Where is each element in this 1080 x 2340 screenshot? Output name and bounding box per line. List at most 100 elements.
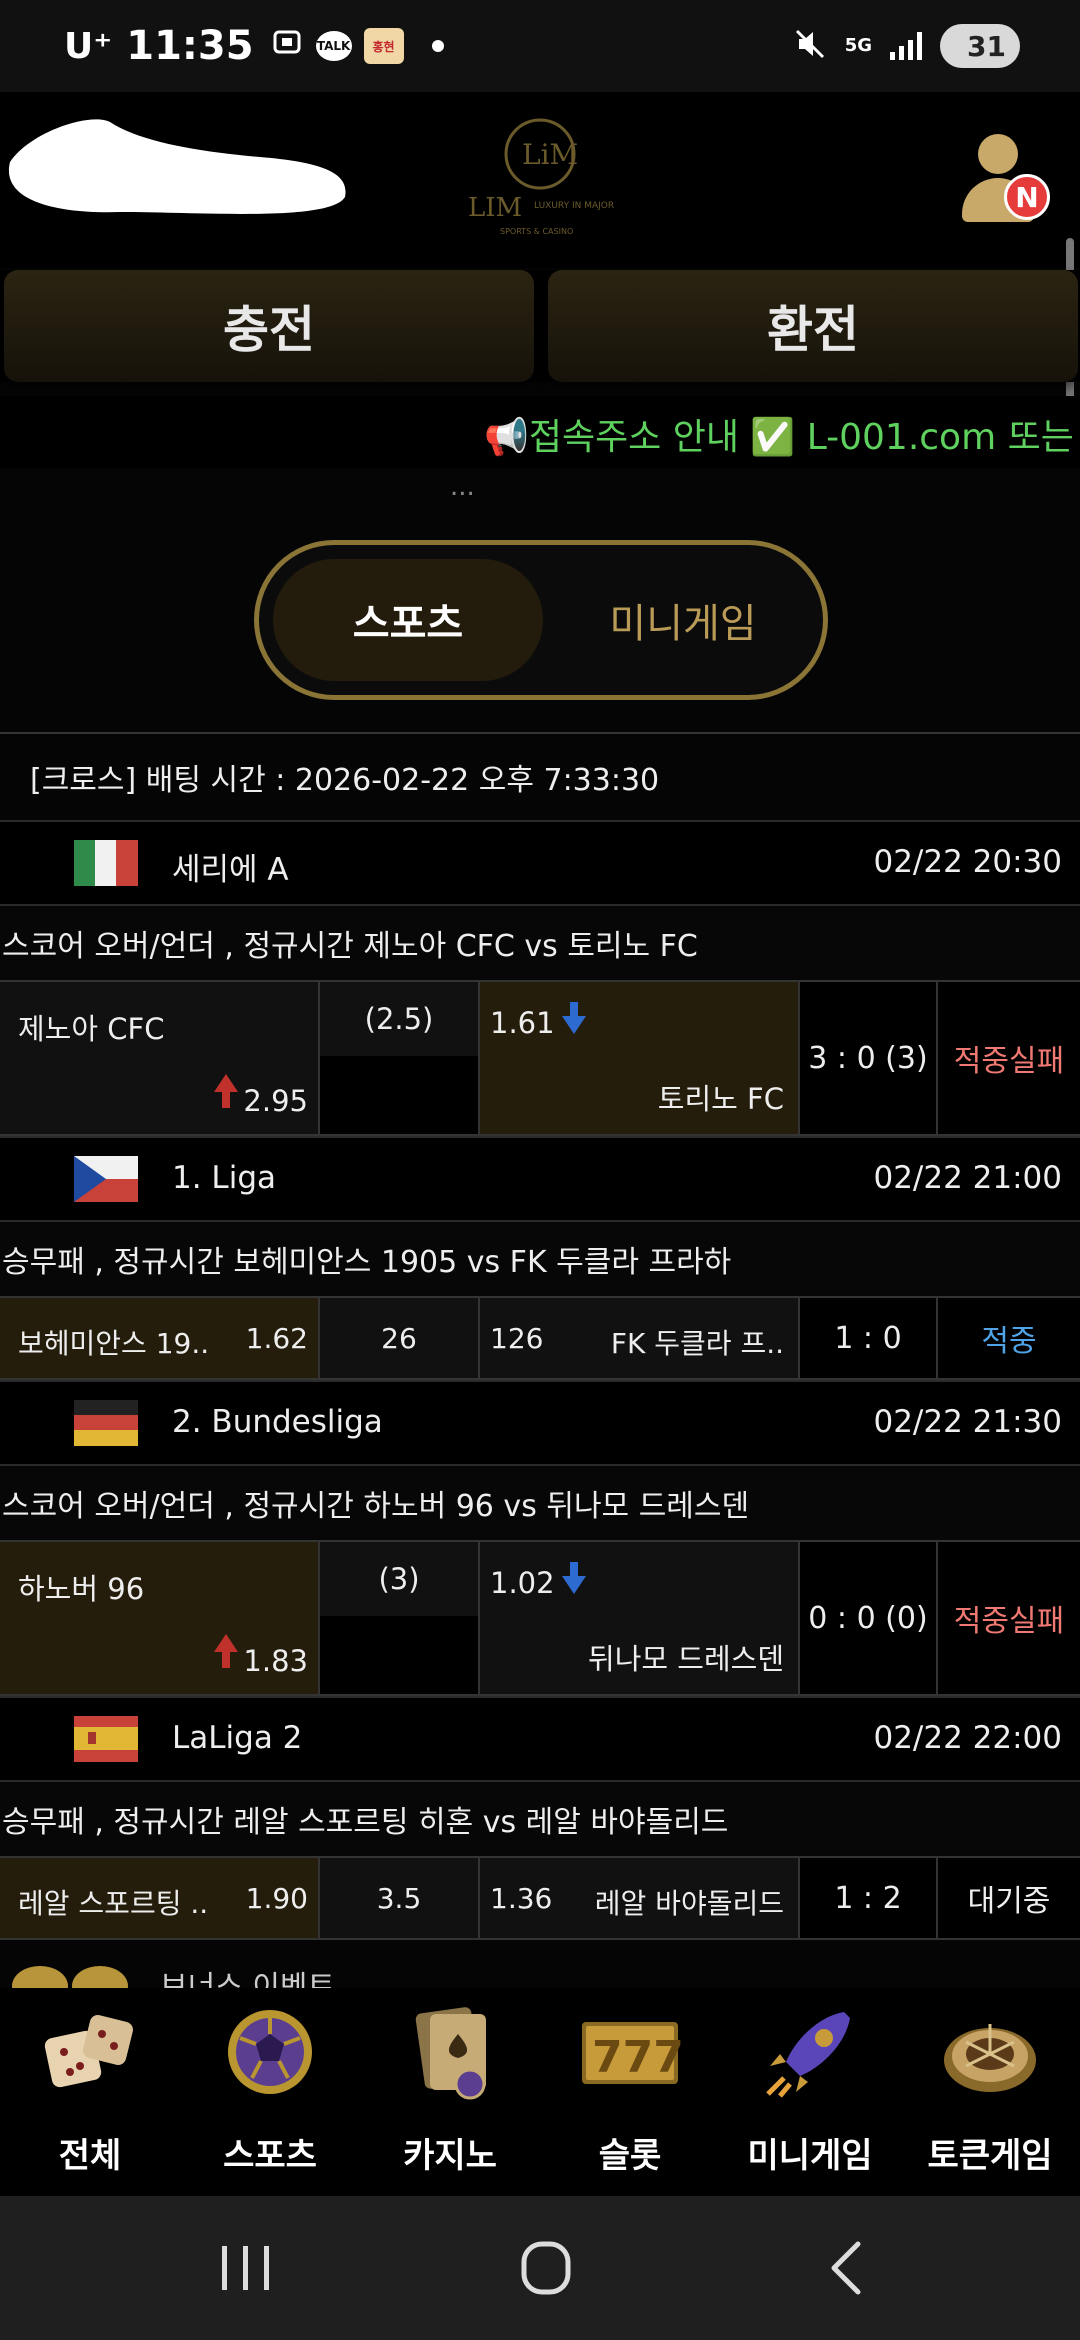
bet-row: 레알 스포르팅 .. 1.90 3.5 1.36 레알 바야돌리드 1 : 2 … — [0, 1856, 1080, 1940]
away-selection: 126 FK 두클라 프.. — [480, 1298, 800, 1378]
more-notifications-dot — [431, 40, 444, 52]
bonus-event-banner[interactable]: 보너스 이벤트 — [0, 1956, 1080, 1988]
away-team: 뒤나모 드레스덴 — [588, 1642, 784, 1676]
away-odd: 1.36 — [490, 1882, 553, 1915]
final-score: 1 : 0 — [800, 1298, 938, 1378]
redaction-mark — [8, 119, 346, 214]
bottom-navigation: 전체 스포츠 카지노 777 슬롯 미니게임 토큰게임 — [0, 1988, 1080, 2196]
home-team: 하노버 96 — [18, 1572, 145, 1606]
czech-flag-icon — [74, 1156, 138, 1202]
final-score: 0 : 0 (0) — [800, 1542, 938, 1694]
league-name: 1. Liga — [172, 1160, 276, 1196]
bet-result: 적중 — [981, 1324, 1037, 1359]
market-description: 스코어 오버/언더 , 정규시간 하노버 96 vs 뒤나모 드레스덴 — [0, 1464, 1080, 1540]
away-selection: 1.61 토리노 FC — [480, 982, 800, 1134]
home-odd: 2.95 — [243, 1084, 308, 1118]
nav-minigame[interactable]: 미니게임 — [720, 1988, 900, 2196]
match-date: 02/22 20:30 — [873, 844, 1062, 880]
battery-level: 31 — [967, 29, 1006, 63]
home-odd: 1.90 — [245, 1882, 308, 1915]
betting-history: ... 스포츠 미니게임 [크로스] 배팅 시간 : 2026-02-22 오후… — [0, 468, 1080, 1988]
scrolled-content-fragment: ... — [450, 472, 475, 502]
spain-flag-icon — [74, 1716, 138, 1762]
bet-row: 하노버 96 1.83 (3) 1.02 뒤나모 드레스덴 0 : 0 (0) … — [0, 1540, 1080, 1696]
market-description: 스코어 오버/언더 , 정규시간 제노아 CFC vs 토리노 FC — [0, 904, 1080, 980]
svg-text:LIM: LIM — [468, 193, 522, 223]
league-header: 세리에 A 02/22 20:30 — [0, 820, 1080, 904]
wallet-actions: 충전 환전 — [0, 270, 1080, 382]
dice-icon — [44, 2015, 133, 2088]
carrier-label: U⁺ — [64, 25, 113, 67]
league-header: LaLiga 2 02/22 22:00 — [0, 1696, 1080, 1780]
withdraw-button[interactable]: 환전 — [548, 270, 1078, 382]
coin-icon — [12, 1966, 68, 1988]
home-team: 레알 스포르팅 .. — [18, 1887, 209, 1920]
nav-label: 카지노 — [403, 2136, 497, 2176]
home-selection: 보헤미안스 19.. 1.62 — [0, 1298, 320, 1378]
league-name: LaLiga 2 — [172, 1720, 303, 1756]
line-value: (3) — [320, 1542, 478, 1618]
svg-text:LiM: LiM — [522, 138, 578, 171]
line-value: (2.5) — [320, 982, 478, 1058]
recent-apps-icon[interactable] — [206, 2236, 286, 2300]
market-description: 승무패 , 정규시간 레알 스포르팅 히혼 vs 레알 바야돌리드 — [0, 1780, 1080, 1856]
away-team: 토리노 FC — [657, 1082, 784, 1116]
back-icon[interactable] — [808, 2236, 888, 2300]
home-team: 보헤미안스 19.. — [18, 1327, 210, 1360]
signal-icon — [890, 32, 922, 60]
user-profile-button[interactable]: N — [956, 134, 1050, 234]
home-selection: 제노아 CFC 2.95 — [0, 982, 320, 1134]
draw-cell: 3.5 — [320, 1858, 480, 1938]
nav-casino[interactable]: 카지노 — [360, 1988, 540, 2196]
nav-token-game[interactable]: 토큰게임 — [900, 1988, 1080, 2196]
clock: 11:35 — [126, 23, 254, 69]
coin-icon — [72, 1966, 128, 1988]
germany-flag-icon — [74, 1400, 138, 1446]
league-name: 2. Bundesliga — [172, 1404, 383, 1440]
away-odd: 126 — [490, 1322, 544, 1355]
tab-sports[interactable]: 스포츠 — [273, 559, 543, 681]
away-selection: 1.02 뒤나모 드레스덴 — [480, 1542, 800, 1694]
bet-row: 제노아 CFC 2.95 (2.5) 1.61 토리노 FC 3 : 0 (3)… — [0, 980, 1080, 1136]
screenshot-icon — [272, 27, 302, 65]
slot-777-icon: 777 — [582, 2022, 684, 2084]
deposit-button[interactable]: 충전 — [4, 270, 534, 382]
nav-sports[interactable]: 스포츠 — [180, 1988, 360, 2196]
notice-ticker[interactable]: 📢접속주소 안내 ✅ L-001.com 또는 ✅ — [0, 396, 1080, 468]
match-date: 02/22 22:00 — [873, 1720, 1062, 1756]
svg-text:SPORTS & CASINO: SPORTS & CASINO — [500, 227, 573, 236]
status-bar: U⁺ 11:35 TALK 홍현 5G 31 — [0, 0, 1080, 92]
draw-odd: 3.5 — [320, 1858, 478, 1938]
bet-slip: [크로스] 배팅 시간 : 2026-02-22 오후 7:33:30 세리에 … — [0, 732, 1080, 1940]
league-name: 세리에 A — [172, 852, 289, 888]
talk-icon: TALK — [315, 31, 352, 61]
home-selection: 레알 스포르팅 .. 1.90 — [0, 1858, 320, 1938]
line-cell: (2.5) — [320, 982, 480, 1134]
svg-text:LUXURY IN MAJOR: LUXURY IN MAJOR — [534, 201, 614, 211]
nav-label: 슬롯 — [598, 2136, 662, 2176]
tab-minigame[interactable]: 미니게임 — [583, 559, 783, 681]
bet-result: 적중실패 — [953, 1604, 1065, 1639]
italy-flag-icon — [74, 840, 138, 886]
bet-row: 보헤미안스 19.. 1.62 26 126 FK 두클라 프.. 1 : 0 … — [0, 1296, 1080, 1380]
app-notification-icon: 홍현 — [363, 28, 404, 64]
nav-slot[interactable]: 777 슬롯 — [540, 1988, 720, 2196]
nav-all[interactable]: 전체 — [0, 1988, 180, 2196]
bet-title: [크로스] 배팅 시간 : 2026-02-22 오후 7:33:30 — [30, 763, 660, 798]
rocket-icon — [766, 2012, 850, 2098]
soccer-ball-icon — [228, 2010, 312, 2094]
game-type-toggle: 스포츠 미니게임 — [254, 540, 828, 700]
roulette-icon — [944, 2024, 1036, 2092]
home-icon[interactable] — [506, 2236, 586, 2300]
draw-cell: 26 — [320, 1298, 480, 1378]
draw-odd: 26 — [320, 1298, 478, 1378]
final-score: 3 : 0 (3) — [800, 982, 938, 1134]
user-icon — [978, 134, 1018, 174]
ticker-text: 📢접속주소 안내 ✅ L-001.com 또는 ✅ — [484, 417, 1080, 458]
league-header: 2. Bundesliga 02/22 21:30 — [0, 1380, 1080, 1464]
league-header: 1. Liga 02/22 21:00 — [0, 1136, 1080, 1220]
away-team: 레알 바야돌리드 — [594, 1887, 784, 1920]
bet-result: 적중실패 — [953, 1044, 1065, 1079]
lim-logo[interactable]: LiM LIM LUXURY IN MAJOR SPORTS & CASINO — [460, 112, 620, 242]
system-navigation-bar — [0, 2196, 1080, 2340]
